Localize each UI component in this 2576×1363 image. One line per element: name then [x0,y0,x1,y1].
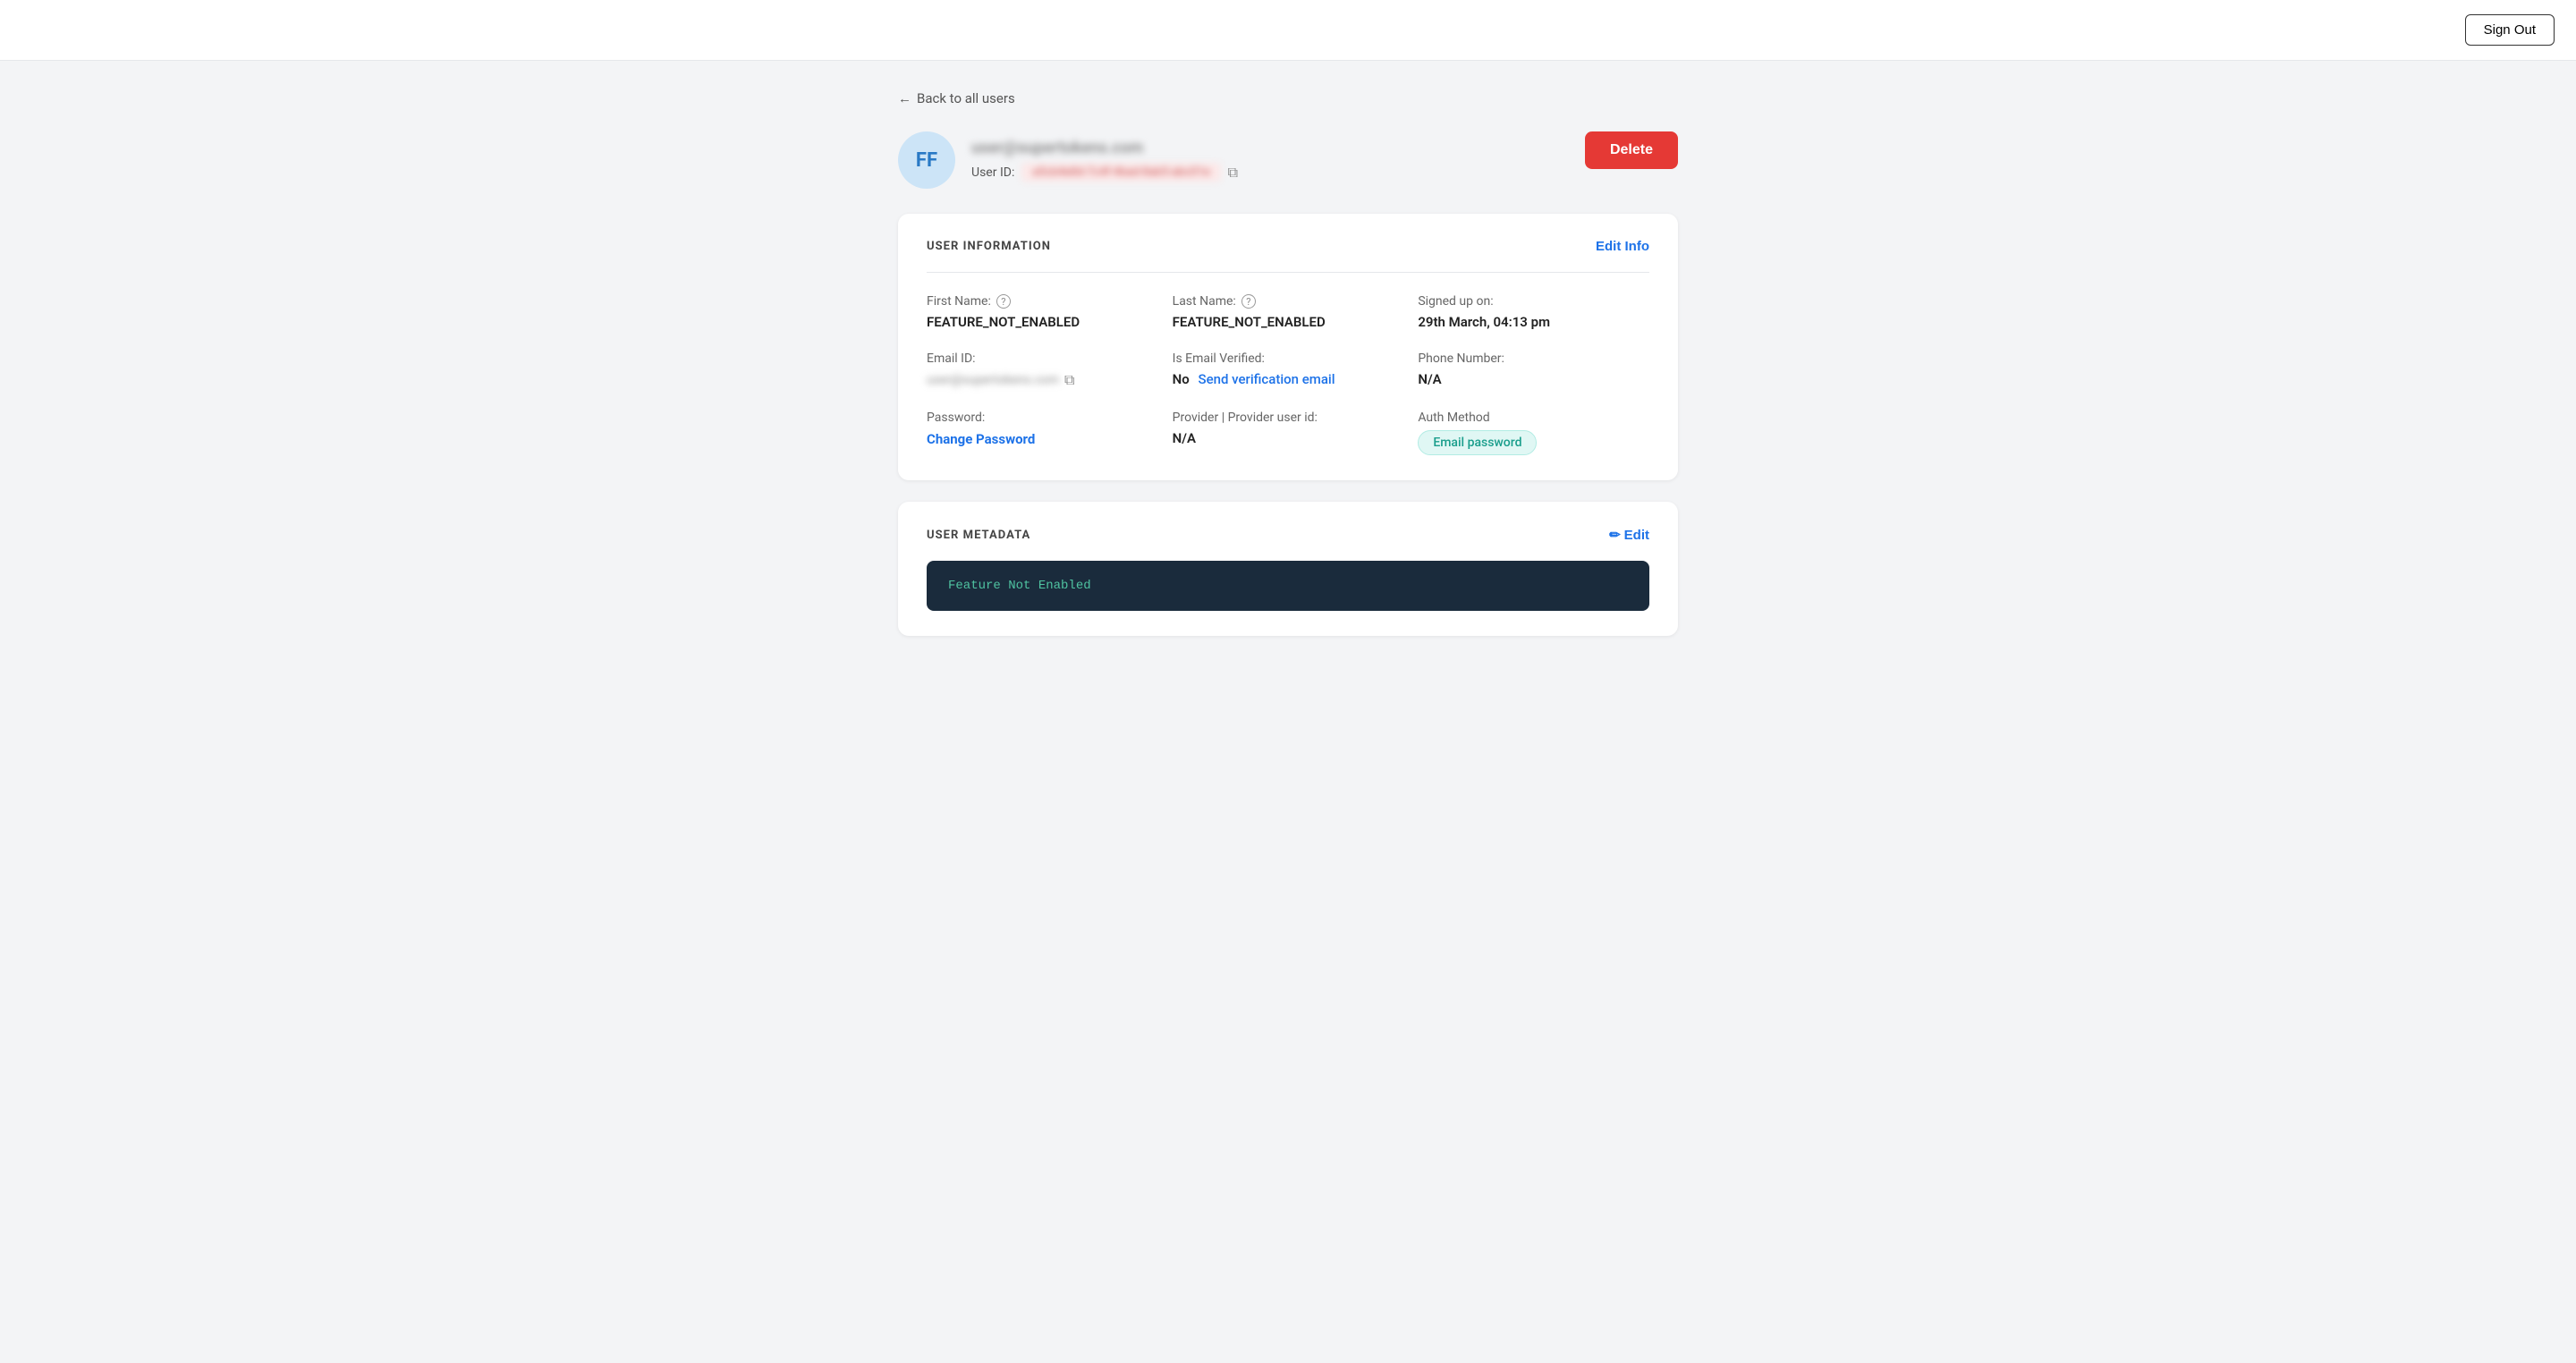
user-header: FF user@supertokens.com User ID: a5cb4e8… [898,131,1678,189]
last-name-field: Last Name: ? FEATURE_NOT_ENABLED [1173,294,1404,330]
user-information-card: USER INFORMATION Edit Info First Name: ?… [898,214,1678,480]
back-arrow-icon: ← [898,90,911,106]
signed-up-field: Signed up on: 29th March, 04:13 pm [1418,294,1649,330]
change-password-link[interactable]: Change Password [927,431,1035,447]
email-id-value: user@supertokens.com [927,373,1059,387]
user-metadata-title: USER METADATA [927,529,1030,542]
back-link-label: Back to all users [917,90,1015,106]
metadata-code-block: Feature Not Enabled [927,561,1649,611]
user-metadata-card-header: USER METADATA ✏ Edit [927,527,1649,543]
provider-label: Provider | Provider user id: [1173,411,1404,425]
email-id-row: user@supertokens.com ⧉ [927,371,1158,389]
back-link[interactable]: ← Back to all users [898,90,1015,106]
last-name-value: FEATURE_NOT_ENABLED [1173,314,1404,330]
first-name-value: FEATURE_NOT_ENABLED [927,314,1158,330]
divider [927,272,1649,273]
last-name-label: Last Name: ? [1173,294,1404,309]
copy-user-id-icon[interactable]: ⧉ [1228,164,1238,182]
provider-value: N/A [1173,430,1404,446]
password-field: Password: Change Password [927,411,1158,455]
edit-metadata-label: Edit [1624,528,1649,543]
last-name-help-icon[interactable]: ? [1241,294,1256,309]
send-verification-email-link[interactable]: Send verification email [1199,371,1335,387]
top-bar: Sign Out [0,0,2576,61]
avatar: FF [898,131,955,189]
info-grid: First Name: ? FEATURE_NOT_ENABLED Last N… [927,294,1649,455]
copy-email-icon[interactable]: ⧉ [1064,371,1074,389]
phone-number-field: Phone Number: N/A [1418,351,1649,389]
email-verified-field: Is Email Verified: No Send verification … [1173,351,1404,389]
user-info-text: user@supertokens.com User ID: a5cb4e8d-7… [971,139,1238,182]
auth-method-label: Auth Method [1418,411,1649,425]
auth-method-field: Auth Method Email password [1418,411,1649,455]
first-name-field: First Name: ? FEATURE_NOT_ENABLED [927,294,1158,330]
user-information-title: USER INFORMATION [927,240,1051,253]
phone-number-value: N/A [1418,371,1649,387]
user-id-value: a5cb4e8d-7c4f-4bad-8ab5-abc01e [1021,163,1220,182]
email-verified-value: No Send verification email [1173,371,1404,387]
email-id-label: Email ID: [927,351,1158,366]
provider-field: Provider | Provider user id: N/A [1173,411,1404,455]
edit-metadata-button[interactable]: ✏ Edit [1609,527,1649,543]
user-email: user@supertokens.com [971,139,1238,157]
password-label: Password: [927,411,1158,425]
user-metadata-card: USER METADATA ✏ Edit Feature Not Enabled [898,502,1678,636]
first-name-label: First Name: ? [927,294,1158,309]
edit-info-button[interactable]: Edit Info [1596,239,1649,254]
main-content: ← Back to all users FF user@supertokens.… [877,61,1699,686]
sign-out-button[interactable]: Sign Out [2465,14,2555,46]
email-verified-label: Is Email Verified: [1173,351,1404,366]
user-id-row: User ID: a5cb4e8d-7c4f-4bad-8ab5-abc01e … [971,163,1238,182]
first-name-help-icon[interactable]: ? [996,294,1011,309]
user-id-label: User ID: [971,165,1014,180]
phone-number-label: Phone Number: [1418,351,1649,366]
auth-method-badge: Email password [1418,430,1537,455]
signed-up-label: Signed up on: [1418,294,1649,309]
user-header-left: FF user@supertokens.com User ID: a5cb4e8… [898,131,1238,189]
pencil-icon: ✏ [1609,527,1621,543]
delete-button[interactable]: Delete [1585,131,1678,169]
signed-up-value: 29th March, 04:13 pm [1418,314,1649,330]
user-information-card-header: USER INFORMATION Edit Info [927,239,1649,254]
email-id-field: Email ID: user@supertokens.com ⧉ [927,351,1158,389]
email-verified-no: No [1173,371,1190,387]
